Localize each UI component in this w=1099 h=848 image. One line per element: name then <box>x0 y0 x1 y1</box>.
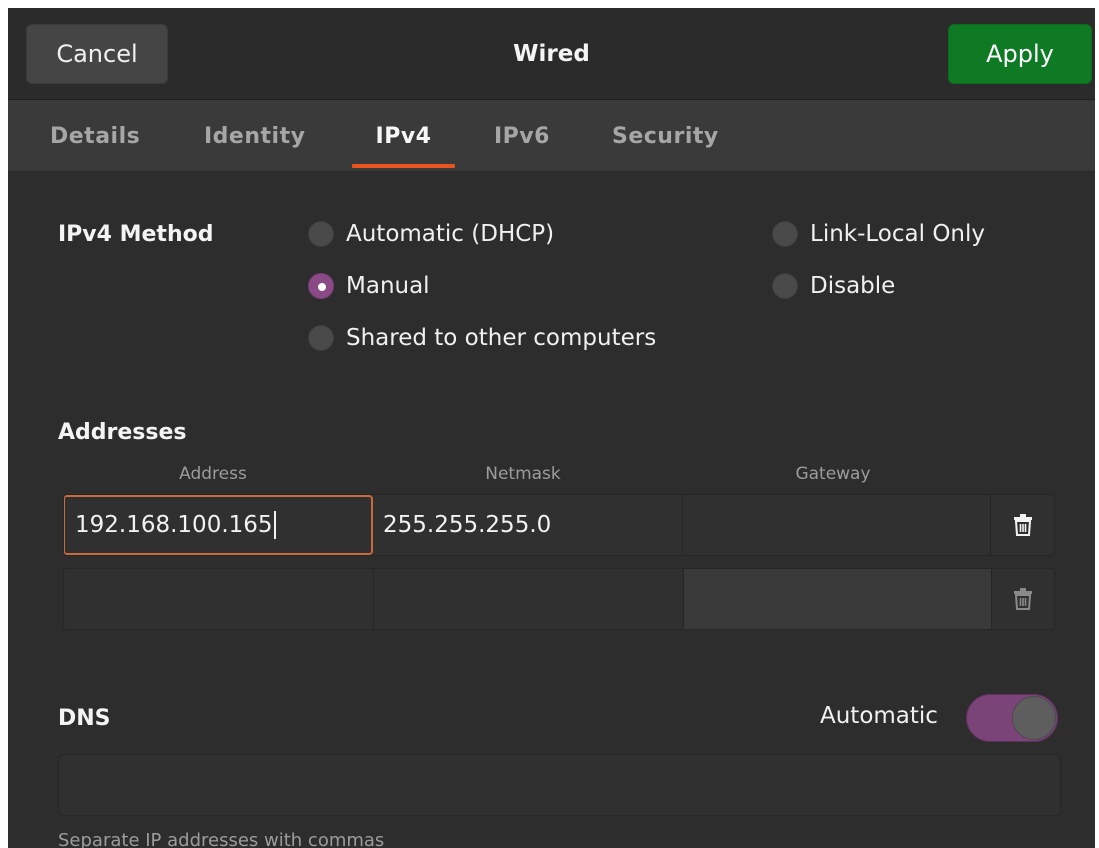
ipv4-method-label: IPv4 Method <box>58 222 214 247</box>
address-field[interactable]: 192.168.100.165 <box>64 495 373 555</box>
address-row <box>63 568 1055 630</box>
tab-ipv6[interactable]: IPv6 <box>494 100 550 172</box>
tab-identity[interactable]: Identity <box>204 100 305 172</box>
header-bar: Wired Cancel Apply <box>8 8 1095 100</box>
dns-hint-text: Separate IP addresses with commas <box>58 830 385 848</box>
radio-manual[interactable]: Manual <box>308 273 430 299</box>
window-frame-right <box>1095 0 1099 848</box>
radio-link-local-label: Link-Local Only <box>810 221 986 247</box>
ipv4-page: IPv4 Method Automatic (DHCP) Manual Shar… <box>8 172 1095 848</box>
radio-indicator <box>772 273 798 299</box>
dns-automatic-switch[interactable] <box>966 694 1058 742</box>
tab-ipv4-label: IPv4 <box>375 123 432 149</box>
tab-identity-label: Identity <box>204 123 306 149</box>
radio-indicator <box>308 325 334 351</box>
column-header-netmask: Netmask <box>485 464 561 484</box>
dns-input[interactable] <box>58 754 1061 816</box>
radio-automatic-dhcp[interactable]: Automatic (DHCP) <box>308 221 554 247</box>
trash-icon <box>1014 588 1032 610</box>
gateway-field[interactable] <box>683 495 991 555</box>
radio-automatic-dhcp-label: Automatic (DHCP) <box>346 221 555 247</box>
tab-ipv4[interactable]: IPv4 <box>352 100 455 172</box>
radio-disable[interactable]: Disable <box>772 273 895 299</box>
window-frame-top <box>0 0 1099 8</box>
dns-automatic-label: Automatic <box>820 703 938 729</box>
radio-indicator <box>772 221 798 247</box>
delete-address-button[interactable] <box>991 495 1054 555</box>
netmask-field[interactable]: 255.255.255.0 <box>373 495 683 555</box>
column-header-address: Address <box>179 464 247 484</box>
tab-details[interactable]: Details <box>50 100 140 172</box>
netmask-field-empty[interactable] <box>374 569 684 629</box>
radio-manual-label: Manual <box>346 273 430 299</box>
tab-ipv6-label: IPv6 <box>494 123 550 149</box>
network-settings-window: Wired Cancel Apply Details Identity IPv4… <box>0 0 1099 848</box>
radio-indicator-checked <box>308 273 334 299</box>
tab-security-label: Security <box>612 123 719 149</box>
radio-shared[interactable]: Shared to other computers <box>308 325 656 351</box>
gateway-field-empty[interactable] <box>684 569 992 629</box>
addresses-label: Addresses <box>58 420 187 445</box>
radio-indicator <box>308 221 334 247</box>
address-field-value: 192.168.100.165 <box>75 512 273 538</box>
apply-button[interactable]: Apply <box>948 24 1092 84</box>
trash-icon <box>1013 514 1032 536</box>
tab-details-label: Details <box>50 123 141 149</box>
active-tab-indicator <box>352 164 455 168</box>
window-title: Wired <box>513 41 590 67</box>
text-caret <box>273 511 276 539</box>
cancel-button[interactable]: Cancel <box>26 24 168 84</box>
tab-bar: Details Identity IPv4 IPv6 Security <box>8 100 1095 172</box>
address-field-empty[interactable] <box>64 569 374 629</box>
delete-address-button-disabled <box>992 569 1054 629</box>
dns-label: DNS <box>58 706 111 731</box>
window-frame-left <box>0 0 8 848</box>
switch-knob <box>1012 696 1056 740</box>
radio-disable-label: Disable <box>810 273 896 299</box>
radio-shared-label: Shared to other computers <box>346 325 657 351</box>
address-row: 192.168.100.165 255.255.255.0 <box>63 494 1055 556</box>
radio-link-local-only[interactable]: Link-Local Only <box>772 221 985 247</box>
tab-security[interactable]: Security <box>612 100 719 172</box>
netmask-field-value: 255.255.255.0 <box>383 512 552 538</box>
column-header-gateway: Gateway <box>795 464 871 484</box>
